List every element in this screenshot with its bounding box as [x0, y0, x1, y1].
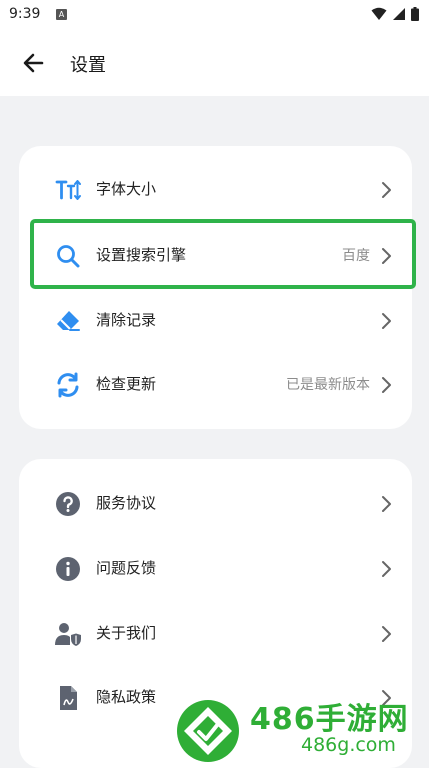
refresh-icon: [57, 372, 79, 398]
font-size-row[interactable]: 字体大小: [19, 157, 412, 221]
service-agreement-label: 服务协议: [96, 494, 157, 512]
notification-a-icon: A: [56, 9, 67, 20]
chevron-right-icon: [382, 561, 391, 577]
user-shield-icon: [55, 623, 81, 646]
eraser-icon: [57, 311, 80, 331]
font-size-icon: [55, 180, 81, 200]
clear-history-row[interactable]: 清除记录: [19, 288, 412, 352]
chevron-right-icon: [382, 496, 391, 512]
search-icon: [57, 245, 80, 268]
info-icon: [56, 557, 80, 581]
app-header: 设置: [0, 30, 429, 96]
chevron-right-icon: [382, 248, 391, 264]
about-us-row[interactable]: 关于我们: [19, 601, 412, 665]
about-us-label: 关于我们: [96, 624, 157, 642]
check-update-row[interactable]: 检查更新 已是最新版本: [19, 352, 412, 416]
status-bar: 9:39 A: [0, 0, 429, 30]
status-icons: [371, 7, 419, 21]
wifi-icon: [371, 7, 387, 20]
watermark: 486手游网 486g.com: [165, 688, 429, 768]
document-icon: [60, 686, 77, 710]
back-button[interactable]: [20, 50, 48, 76]
signal-icon: [393, 8, 405, 20]
feedback-label: 问题反馈: [96, 559, 157, 577]
back-arrow-icon: [23, 53, 44, 73]
page-title: 设置: [70, 55, 106, 76]
service-agreement-row[interactable]: 服务协议: [19, 471, 412, 535]
chevron-right-icon: [382, 626, 391, 642]
chevron-right-icon: [382, 313, 391, 329]
watermark-text: 486手游网: [250, 702, 409, 737]
watermark-url: 486g.com: [301, 734, 396, 756]
settings-card-general: 字体大小 设置搜索引擎 百度 清除记录 检查更新 已是最新版本: [19, 146, 412, 429]
search-engine-row[interactable]: 设置搜索引擎 百度: [19, 223, 412, 287]
chevron-right-icon: [382, 182, 391, 198]
clear-history-label: 清除记录: [96, 311, 157, 329]
watermark-logo-icon: [174, 697, 242, 765]
search-engine-value: 百度: [342, 248, 370, 264]
feedback-row[interactable]: 问题反馈: [19, 536, 412, 600]
check-update-value: 已是最新版本: [286, 377, 370, 393]
font-size-label: 字体大小: [96, 180, 157, 198]
search-engine-label: 设置搜索引擎: [96, 246, 187, 264]
battery-icon: [411, 7, 419, 21]
question-icon: [56, 492, 80, 516]
chevron-right-icon: [382, 377, 391, 393]
privacy-policy-label: 隐私政策: [96, 688, 157, 706]
check-update-label: 检查更新: [96, 375, 157, 393]
status-time: 9:39: [9, 6, 41, 22]
